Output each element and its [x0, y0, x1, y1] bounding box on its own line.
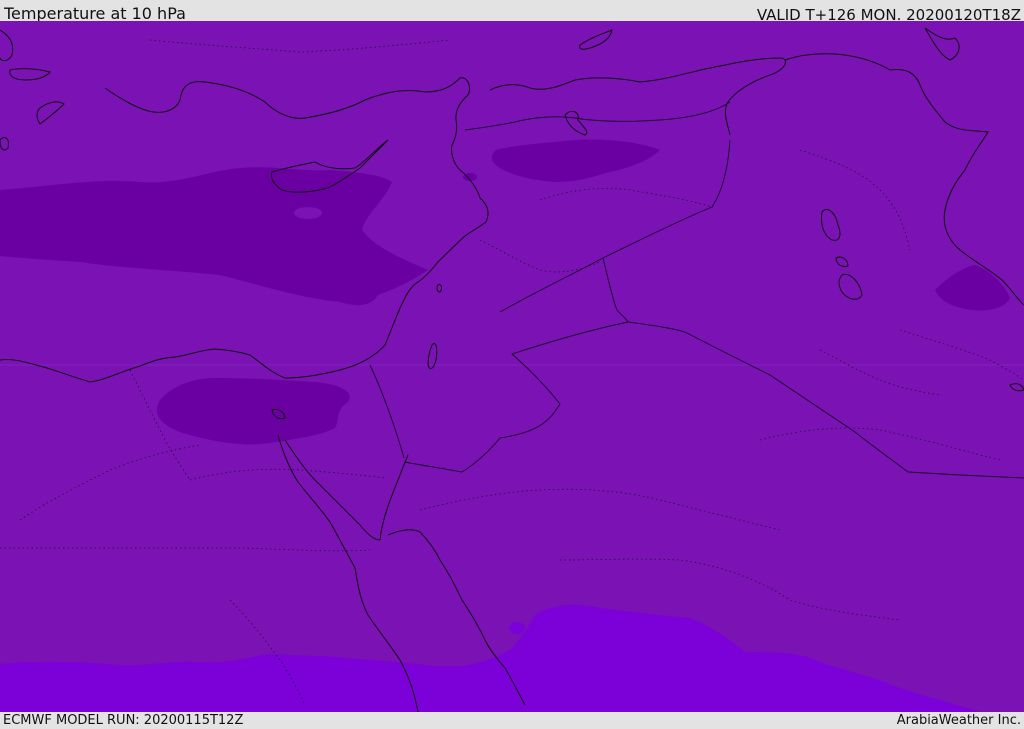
warm-spot-red-sea — [509, 622, 525, 634]
top-bar: Temperature at 10 hPa VALID T+126 MON. 2… — [0, 0, 1024, 24]
credit-label: ArabiaWeather Inc. — [896, 713, 1021, 728]
cold-spot-small — [294, 207, 322, 219]
weather-map — [0, 21, 1024, 712]
temperature-field-base — [0, 21, 1024, 712]
bottom-bar: ECMWF MODEL RUN: 20200115T12Z ArabiaWeat… — [0, 712, 1024, 729]
model-run-label: ECMWF MODEL RUN: 20200115T12Z — [3, 713, 244, 728]
